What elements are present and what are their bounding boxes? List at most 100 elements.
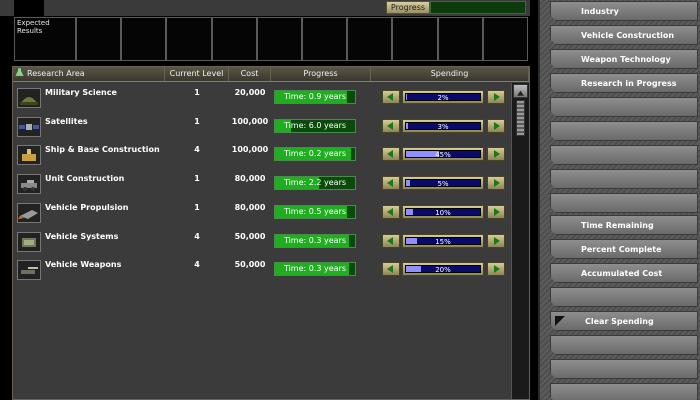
percent-complete-button[interactable]: Percent Complete — [550, 239, 698, 259]
vehicle-weapons-icon — [21, 267, 38, 275]
arrow-left-icon — [387, 179, 393, 188]
accumulated-cost-button[interactable]: Accumulated Cost — [550, 263, 698, 283]
research-thumb — [17, 202, 41, 223]
header-spending: Spending — [371, 67, 529, 81]
arrow-right-icon — [494, 93, 500, 101]
research-row[interactable]: Ship & Base Construction 4 100,000 Time: 0.… — [13, 141, 511, 167]
research-time-remaining: Time: 0.3 years — [283, 264, 347, 274]
clear-spending-label: Clear Spending — [585, 317, 654, 326]
chevron-up-icon — [517, 90, 524, 96]
research-name: Vehicle Propulsion — [45, 202, 129, 212]
clear-spending-button[interactable]: Clear Spending — [550, 311, 698, 331]
header-current-level: Current Level — [165, 67, 229, 81]
decrease-spending-button[interactable] — [382, 118, 400, 133]
scroll-thumb[interactable] — [516, 100, 525, 136]
research-level: 1 — [194, 88, 200, 97]
spending-track: 2% — [405, 93, 481, 102]
increase-spending-button[interactable] — [487, 147, 505, 162]
research-thumb — [17, 145, 41, 166]
spending-percent: 20% — [435, 266, 451, 275]
research-cost: 50,000 — [234, 260, 266, 270]
research-row[interactable]: Vehicle Systems 4 50,000 Time: 0.3 years 15% — [13, 228, 511, 254]
research-cost: 80,000 — [234, 202, 266, 212]
spending-slider[interactable]: 10% — [402, 204, 484, 219]
vehicle-construction-button[interactable]: Vehicle Construction — [550, 25, 698, 45]
progress-tab[interactable]: Progress — [386, 1, 430, 14]
spending-percent: 45% — [435, 151, 451, 160]
research-thumb — [17, 260, 41, 281]
spending-track: 5% — [405, 179, 481, 189]
arrow-left-icon — [387, 265, 393, 274]
increase-spending-button[interactable] — [487, 233, 505, 248]
arrow-left-icon — [387, 121, 393, 130]
decrease-spending-button[interactable] — [382, 233, 400, 248]
arrow-left-icon — [387, 93, 393, 101]
research-row[interactable]: Military Science 1 20,000 Time: 0.9 years 2% — [13, 84, 511, 110]
research-name: Vehicle Systems — [45, 231, 119, 241]
time-remaining-label: Time Remaining — [581, 221, 654, 230]
research-row[interactable]: Vehicle Weapons 4 50,000 Time: 0.3 years 20% — [13, 256, 511, 282]
empty-panel-slot — [550, 287, 698, 307]
spending-percent: 5% — [437, 180, 449, 189]
industry-button[interactable]: Industry — [550, 1, 698, 21]
increase-spending-button[interactable] — [487, 118, 505, 133]
empty-panel-slot — [550, 169, 698, 189]
research-name: Unit Construction — [45, 174, 125, 184]
spending-slider[interactable]: 15% — [402, 233, 484, 248]
research-progress-bar: Time: 0.3 years — [274, 233, 356, 248]
research-time-remaining: Time: 0.5 years — [283, 206, 347, 216]
decrease-spending-button[interactable] — [382, 147, 400, 162]
arrow-right-icon — [494, 207, 500, 216]
increase-spending-button[interactable] — [487, 176, 505, 191]
research-level: 4 — [194, 145, 200, 155]
research-level: 4 — [194, 260, 200, 270]
decrease-spending-button[interactable] — [382, 262, 400, 277]
weapon-technology-label: Weapon Technology — [581, 55, 671, 64]
research-name: Ship & Base Construction — [45, 145, 160, 155]
empty-panel-slot — [550, 383, 698, 400]
expected-result-slot — [347, 17, 393, 61]
scroll-up-button[interactable] — [513, 84, 528, 98]
research-level: 1 — [194, 116, 200, 126]
research-progress-bar: Time: 0.3 years — [274, 262, 356, 277]
table-scrollbar[interactable] — [511, 83, 529, 399]
weapon-technology-button[interactable]: Weapon Technology — [550, 49, 698, 69]
research-time-remaining: Time: 6.0 years — [283, 120, 347, 130]
empty-panel-slot — [550, 359, 698, 379]
propulsion-icon — [18, 209, 38, 219]
increase-spending-button[interactable] — [487, 262, 505, 277]
research-row[interactable]: Vehicle Propulsion 1 80,000 Time: 0.5 years… — [13, 199, 511, 225]
arrow-right-icon — [494, 179, 500, 188]
accumulated-cost-label: Accumulated Cost — [581, 269, 663, 278]
research-row[interactable]: Satellites 1 100,000 Time: 6.0 years 3% — [13, 113, 511, 139]
research-progress-bar: Time: 0.9 years — [274, 90, 356, 104]
decrease-spending-button[interactable] — [382, 204, 400, 219]
increase-spending-button[interactable] — [487, 204, 505, 219]
research-thumb — [17, 231, 41, 252]
expected-result-slot — [76, 17, 122, 61]
research-progress-bar: Time: 2.2 years — [274, 176, 356, 191]
research-thumb — [17, 116, 41, 137]
time-remaining-button[interactable]: Time Remaining — [550, 215, 698, 235]
research-in-progress-button[interactable]: Research in Progress — [550, 73, 698, 93]
decrease-spending-button[interactable] — [382, 90, 400, 104]
spending-slider[interactable]: 3% — [402, 118, 484, 133]
arrow-left-icon — [387, 207, 393, 216]
decrease-spending-button[interactable] — [382, 176, 400, 191]
header-research-area-label: Research Area — [27, 69, 85, 78]
research-in-progress-label: Research in Progress — [581, 79, 677, 88]
table-header: Research Area Current Level Cost Progres… — [13, 67, 529, 82]
empty-panel-slot — [550, 193, 698, 213]
spending-slider[interactable]: 5% — [402, 176, 484, 191]
spending-slider[interactable]: 20% — [402, 262, 484, 277]
expected-result-slot — [392, 17, 438, 61]
spending-slider[interactable]: 45% — [402, 147, 484, 162]
research-thumb — [17, 88, 41, 108]
expected-result-slot — [166, 17, 212, 61]
research-row[interactable]: Unit Construction 1 80,000 Time: 2.2 years 5… — [13, 170, 511, 196]
vehicle-construction-label: Vehicle Construction — [581, 31, 675, 40]
spending-slider[interactable]: 2% — [402, 90, 484, 104]
increase-spending-button[interactable] — [487, 90, 505, 104]
corner-triangle-icon — [555, 316, 565, 326]
research-cost: 20,000 — [234, 88, 266, 97]
